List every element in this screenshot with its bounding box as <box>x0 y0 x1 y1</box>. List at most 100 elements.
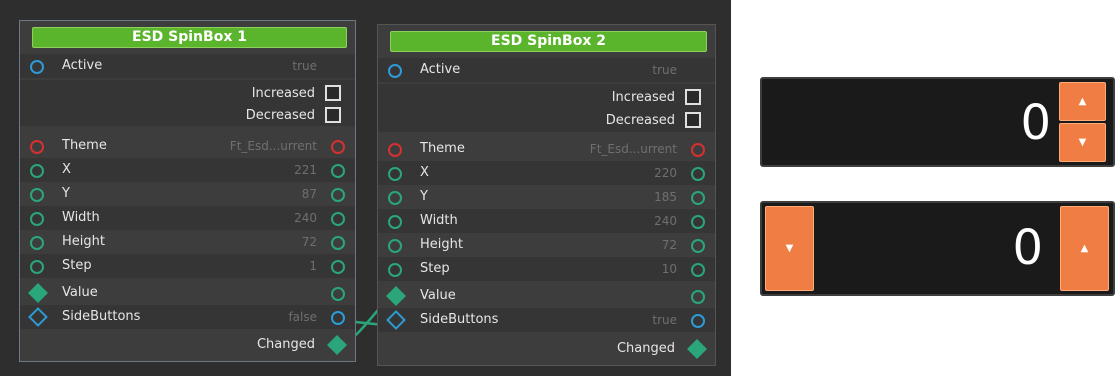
prop-value: 240 <box>654 214 677 228</box>
prop-row-theme[interactable]: Theme Ft_Esd...urrent <box>20 134 355 158</box>
increased-checkbox[interactable] <box>685 89 701 105</box>
output-port-icon[interactable] <box>691 215 705 229</box>
spin-down-button[interactable]: ▼ <box>1059 123 1106 162</box>
prop-row-step[interactable]: Step 1 <box>20 254 355 278</box>
input-port-icon[interactable] <box>30 60 44 74</box>
event-checkboxes: Increased Decreased <box>20 80 355 126</box>
input-diamond-icon[interactable] <box>28 283 48 303</box>
prop-value: Ft_Esd...urrent <box>229 139 317 153</box>
prop-value: 87 <box>301 187 317 201</box>
prop-row-x[interactable]: X 220 <box>378 161 715 185</box>
output-port-icon[interactable] <box>331 236 345 250</box>
input-diamond-icon[interactable] <box>386 286 406 306</box>
arrow-down-icon: ▼ <box>1078 137 1087 148</box>
prop-row-changed[interactable]: Changed <box>378 337 715 361</box>
prop-row-height[interactable]: Height 72 <box>378 233 715 257</box>
prop-row-width[interactable]: Width 240 <box>20 206 355 230</box>
prop-label: Value <box>420 288 456 303</box>
prop-row-active[interactable]: Active true <box>378 58 715 82</box>
spinbox-node-2[interactable]: ESD SpinBox 2 Active true Increased Decr… <box>377 24 716 366</box>
prop-row-y[interactable]: Y 185 <box>378 185 715 209</box>
prop-label: Step <box>62 258 92 273</box>
prop-row-active[interactable]: Active true <box>20 54 355 78</box>
input-diamond-icon[interactable] <box>386 310 406 330</box>
prop-label: X <box>420 165 429 180</box>
prop-value: true <box>292 59 317 73</box>
spinbox-preview-2[interactable]: ▼ 0 ▲ <box>760 201 1115 296</box>
prop-row-sidebuttons[interactable]: SideButtons true <box>378 308 715 332</box>
prop-row-y[interactable]: Y 87 <box>20 182 355 206</box>
input-port-icon[interactable] <box>388 143 402 157</box>
spin-up-button[interactable]: ▲ <box>1060 206 1109 291</box>
spin-up-button[interactable]: ▲ <box>1059 82 1106 121</box>
prop-label: Active <box>62 58 103 73</box>
input-port-icon[interactable] <box>30 236 44 250</box>
input-port-icon[interactable] <box>388 167 402 181</box>
output-port-icon[interactable] <box>691 263 705 277</box>
prop-row-height[interactable]: Height 72 <box>20 230 355 254</box>
output-port-icon[interactable] <box>691 239 705 253</box>
output-diamond-icon[interactable] <box>687 339 707 359</box>
spinbox-node-1[interactable]: ESD SpinBox 1 Active true Increased Decr… <box>19 20 356 362</box>
input-port-icon[interactable] <box>388 239 402 253</box>
input-port-icon[interactable] <box>30 188 44 202</box>
output-port-icon[interactable] <box>691 143 705 157</box>
output-port-icon[interactable] <box>331 311 345 325</box>
prop-row-sidebuttons[interactable]: SideButtons false <box>20 305 355 329</box>
input-port-icon[interactable] <box>388 215 402 229</box>
output-port-icon[interactable] <box>331 260 345 274</box>
prop-row-width[interactable]: Width 240 <box>378 209 715 233</box>
arrow-up-icon: ▲ <box>1080 243 1089 254</box>
prop-row-value[interactable]: Value <box>378 284 715 308</box>
output-port-icon[interactable] <box>331 212 345 226</box>
prop-value: 185 <box>654 190 677 204</box>
prop-row-step[interactable]: Step 10 <box>378 257 715 281</box>
input-diamond-icon[interactable] <box>28 307 48 327</box>
changed-label: Changed <box>256 337 315 352</box>
prop-label: SideButtons <box>62 309 141 324</box>
output-port-icon[interactable] <box>331 287 345 301</box>
prop-label: Y <box>62 186 70 201</box>
input-port-icon[interactable] <box>30 140 44 154</box>
spinbox-preview-1[interactable]: 0 ▲ ▼ <box>760 77 1115 167</box>
prop-value: true <box>652 63 677 77</box>
increased-label: Increased <box>251 86 315 101</box>
arrow-up-icon: ▲ <box>1078 96 1087 107</box>
output-port-icon[interactable] <box>331 188 345 202</box>
spinbox-value: 0 <box>1012 220 1043 276</box>
output-port-icon[interactable] <box>331 140 345 154</box>
increased-checkbox[interactable] <box>325 85 341 101</box>
prop-label: Value <box>62 285 98 300</box>
prop-value: false <box>288 310 317 324</box>
input-port-icon[interactable] <box>30 260 44 274</box>
prop-value: 72 <box>661 238 677 252</box>
input-port-icon[interactable] <box>388 191 402 205</box>
output-port-icon[interactable] <box>691 191 705 205</box>
node-title[interactable]: ESD SpinBox 1 <box>32 27 347 48</box>
prop-label: Theme <box>420 141 465 156</box>
output-port-icon[interactable] <box>691 314 705 328</box>
prop-row-value[interactable]: Value <box>20 281 355 305</box>
decreased-checkbox[interactable] <box>685 112 701 128</box>
output-port-icon[interactable] <box>691 167 705 181</box>
node-title[interactable]: ESD SpinBox 2 <box>390 31 707 52</box>
input-port-icon[interactable] <box>388 64 402 78</box>
prop-label: SideButtons <box>420 312 499 327</box>
prop-row-x[interactable]: X 221 <box>20 158 355 182</box>
spinbox-value: 0 <box>1020 95 1051 151</box>
node-editor-canvas[interactable]: ESD SpinBox 1 Active true Increased Decr… <box>0 0 731 376</box>
output-port-icon[interactable] <box>691 290 705 304</box>
prop-value: 220 <box>654 166 677 180</box>
input-port-icon[interactable] <box>30 212 44 226</box>
output-diamond-icon[interactable] <box>327 335 347 355</box>
spin-down-button[interactable]: ▼ <box>765 206 814 291</box>
prop-label: Height <box>420 237 463 252</box>
input-port-icon[interactable] <box>388 263 402 277</box>
increased-label: Increased <box>611 90 675 105</box>
arrow-down-icon: ▼ <box>785 243 794 254</box>
input-port-icon[interactable] <box>30 164 44 178</box>
decreased-checkbox[interactable] <box>325 107 341 123</box>
prop-row-theme[interactable]: Theme Ft_Esd...urrent <box>378 137 715 161</box>
output-port-icon[interactable] <box>331 164 345 178</box>
prop-row-changed[interactable]: Changed <box>20 333 355 357</box>
